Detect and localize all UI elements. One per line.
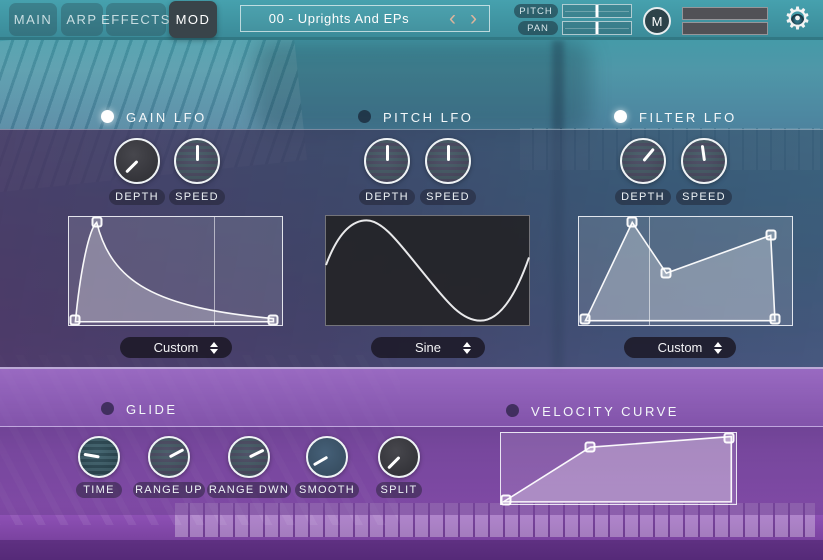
knob-pointer xyxy=(248,449,264,459)
velocity-curve-shape xyxy=(501,433,736,504)
glide-smooth-label: SMOOTH xyxy=(295,482,359,498)
updown-arrows-icon xyxy=(463,342,472,354)
glide-range-dwn-label: RANGE DWN xyxy=(207,482,291,498)
filter-curve-handle[interactable] xyxy=(627,217,638,228)
gain-lfo-title: GAIN LFO xyxy=(126,110,207,125)
gain-speed-knob[interactable] xyxy=(174,138,220,184)
pitch-wave-select[interactable]: Sine xyxy=(371,337,485,358)
knob-pointer xyxy=(386,145,389,161)
pitch-speed-knob[interactable] xyxy=(425,138,471,184)
filter-lfo-wave-display[interactable] xyxy=(578,216,793,326)
knob-pointer xyxy=(447,145,450,161)
filter-lfo-loop-marker[interactable] xyxy=(649,217,650,325)
gain-curve-handle[interactable] xyxy=(70,314,81,325)
pan-label: PAN xyxy=(518,21,558,35)
lfo-section: DEPTH SPEED Custom DEPTH SPEED Sine xyxy=(0,129,823,367)
level-meter-left xyxy=(682,7,768,20)
pitch-slider-handle[interactable] xyxy=(596,5,599,17)
velocity-curve-title: VELOCITY CURVE xyxy=(531,404,679,419)
glide-range-dwn-knob[interactable] xyxy=(228,436,270,478)
filter-curve-handle[interactable] xyxy=(765,230,776,241)
pitch-slider[interactable] xyxy=(562,4,632,18)
pitch-lfo-title: PITCH LFO xyxy=(383,110,473,125)
glide-split-knob[interactable] xyxy=(378,436,420,478)
filter-curve-handle[interactable] xyxy=(769,313,780,324)
knob-pointer xyxy=(700,145,705,161)
filter-depth-label: DEPTH xyxy=(615,189,671,205)
gain-curve-handle[interactable] xyxy=(91,217,102,228)
glide-smooth-knob[interactable] xyxy=(306,436,348,478)
gain-wave-select[interactable]: Custom xyxy=(120,337,232,358)
knob-pointer xyxy=(83,453,99,459)
tab-main[interactable]: MAIN xyxy=(9,3,57,36)
gain-curve-handle[interactable] xyxy=(268,314,279,325)
gain-lfo-waveform xyxy=(69,217,282,325)
knob-pointer xyxy=(125,160,138,173)
mute-button[interactable]: M xyxy=(643,7,671,35)
glide-velocity-controls: TIME RANGE UP RANGE DWN SMOOTH SPLIT xyxy=(0,427,823,515)
filter-lfo-toggle[interactable] xyxy=(614,110,627,123)
pitch-speed-label: SPEED xyxy=(420,189,476,205)
knob-pointer xyxy=(168,448,184,458)
pitch-lfo-toggle[interactable] xyxy=(358,110,371,123)
pan-slider-handle[interactable] xyxy=(596,22,599,34)
pan-slider[interactable] xyxy=(562,21,632,35)
knob-pointer xyxy=(387,456,400,469)
pitch-label: PITCH xyxy=(514,4,558,18)
gain-lfo-wave-display[interactable] xyxy=(68,216,283,326)
top-bar: MAIN ARP EFFECTS MOD 00 - Uprights And E… xyxy=(0,0,823,40)
gain-depth-knob[interactable] xyxy=(114,138,160,184)
filter-speed-label: SPEED xyxy=(676,189,732,205)
filter-lfo-title: FILTER LFO xyxy=(639,110,737,125)
velocity-curve-handle[interactable] xyxy=(500,494,511,505)
glide-velocity-header-band: GLIDE VELOCITY CURVE xyxy=(0,367,823,427)
glide-range-up-knob[interactable] xyxy=(148,436,190,478)
pitch-depth-label: DEPTH xyxy=(359,189,415,205)
preset-next-icon[interactable]: › xyxy=(470,5,477,32)
filter-lfo-waveform xyxy=(579,217,792,325)
gain-wave-select-value: Custom xyxy=(154,340,199,355)
plugin-window: MAIN ARP EFFECTS MOD 00 - Uprights And E… xyxy=(0,0,823,560)
background-bottom-case-shadow xyxy=(0,540,823,560)
preset-name: 00 - Uprights And EPs xyxy=(241,6,437,31)
velocity-curve-handle[interactable] xyxy=(723,432,734,443)
filter-depth-knob[interactable] xyxy=(620,138,666,184)
gain-speed-label: SPEED xyxy=(169,189,225,205)
filter-curve-handle[interactable] xyxy=(661,268,672,279)
updown-arrows-icon xyxy=(210,342,219,354)
settings-gear-icon[interactable]: ⚙ xyxy=(781,3,814,36)
updown-arrows-icon xyxy=(714,342,723,354)
knob-pointer xyxy=(642,148,655,162)
gain-depth-label: DEPTH xyxy=(109,189,165,205)
velocity-curve-toggle[interactable] xyxy=(506,404,519,417)
gain-lfo-loop-marker[interactable] xyxy=(214,217,215,325)
glide-toggle[interactable] xyxy=(101,402,114,415)
pitch-lfo-wave-display[interactable] xyxy=(325,215,530,326)
filter-wave-select[interactable]: Custom xyxy=(624,337,736,358)
gain-lfo-toggle[interactable] xyxy=(101,110,114,123)
preset-prev-icon[interactable]: ‹ xyxy=(449,5,456,32)
pitch-wave-select-value: Sine xyxy=(415,340,441,355)
velocity-curve-display[interactable] xyxy=(500,432,737,505)
filter-wave-select-value: Custom xyxy=(658,340,703,355)
glide-range-up-label: RANGE UP xyxy=(133,482,205,498)
knob-pointer xyxy=(312,456,327,467)
velocity-curve-handle[interactable] xyxy=(585,442,596,453)
glide-time-knob[interactable] xyxy=(78,436,120,478)
glide-split-label: SPLIT xyxy=(376,482,422,498)
preset-selector[interactable]: 00 - Uprights And EPs ‹ › xyxy=(240,5,490,32)
pitch-lfo-waveform xyxy=(326,216,529,325)
filter-speed-knob[interactable] xyxy=(681,138,727,184)
tab-effects[interactable]: EFFECTS xyxy=(106,3,166,36)
knob-pointer xyxy=(196,145,199,161)
glide-time-label: TIME xyxy=(76,482,122,498)
glide-title: GLIDE xyxy=(126,402,178,417)
pitch-depth-knob[interactable] xyxy=(364,138,410,184)
tab-arp[interactable]: ARP xyxy=(61,3,103,36)
filter-curve-handle[interactable] xyxy=(580,313,591,324)
level-meter-right xyxy=(682,22,768,35)
tab-mod[interactable]: MOD xyxy=(169,1,217,38)
gear-glyph: ⚙ xyxy=(781,3,814,36)
